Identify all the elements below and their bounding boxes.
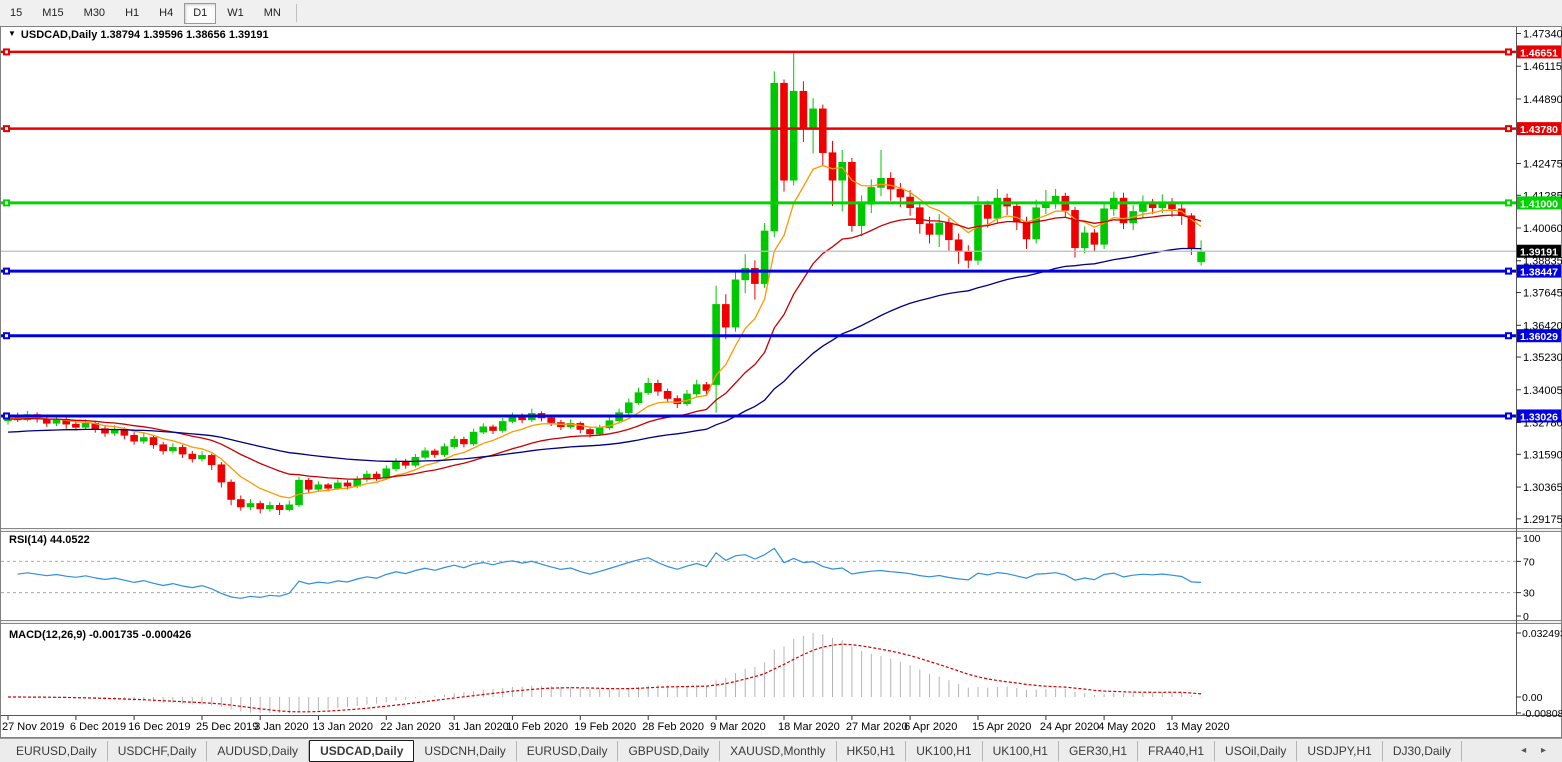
chart-dropdown-icon[interactable]: ▼	[8, 29, 16, 38]
svg-text:1.33026: 1.33026	[1520, 411, 1558, 423]
symbol-tab-usoil-daily[interactable]: USOil,Daily	[1215, 741, 1297, 761]
svg-text:-0.008086: -0.008086	[1522, 708, 1562, 720]
timeframe-button-h1[interactable]: H1	[116, 3, 148, 24]
symbol-tab-usdcnh-daily[interactable]: USDCNH,Daily	[414, 741, 516, 761]
symbol-tab-gbpusd-daily[interactable]: GBPUSD,Daily	[618, 741, 720, 761]
timeframe-button-m30[interactable]: M30	[75, 3, 114, 24]
svg-text:1.43780: 1.43780	[1520, 124, 1558, 136]
chart-ohlc-quote: 1.38794 1.39596 1.38656 1.39191	[97, 29, 268, 41]
svg-text:6 Dec 2019: 6 Dec 2019	[70, 721, 126, 733]
svg-text:1.47340: 1.47340	[1523, 29, 1562, 41]
svg-text:1.38447: 1.38447	[1520, 267, 1558, 279]
toolbar-separator	[296, 4, 297, 22]
symbol-tab-uk100-h1[interactable]: UK100,H1	[906, 741, 982, 761]
svg-text:1.30365: 1.30365	[1523, 482, 1562, 494]
svg-text:10 Feb 2020: 10 Feb 2020	[506, 721, 568, 733]
symbol-tab-audusd-daily[interactable]: AUDUSD,Daily	[207, 741, 309, 761]
svg-text:1.31590: 1.31590	[1523, 449, 1562, 461]
svg-text:16 Dec 2019: 16 Dec 2019	[128, 721, 190, 733]
timeframe-button-h4[interactable]: H4	[150, 3, 182, 24]
timeframe-button-15[interactable]: 15	[1, 3, 31, 24]
symbol-tab-eurusd-daily[interactable]: EURUSD,Daily	[6, 741, 108, 761]
symbol-tab-ger30-h1[interactable]: GER30,H1	[1059, 741, 1138, 761]
svg-text:27 Nov 2019: 27 Nov 2019	[2, 721, 64, 733]
svg-text:1.46115: 1.46115	[1523, 61, 1562, 73]
svg-text:31 Jan 2020: 31 Jan 2020	[448, 721, 509, 733]
symbol-tab-uk100-h1[interactable]: UK100,H1	[983, 741, 1059, 761]
svg-text:1.36029: 1.36029	[1520, 331, 1558, 343]
svg-text:1.46651: 1.46651	[1520, 47, 1558, 59]
svg-text:9 Mar 2020: 9 Mar 2020	[710, 721, 766, 733]
timeframe-button-d1[interactable]: D1	[184, 3, 216, 24]
svg-text:1.39191: 1.39191	[1520, 247, 1558, 259]
svg-text:19 Feb 2020: 19 Feb 2020	[574, 721, 636, 733]
svg-text:1.35230: 1.35230	[1523, 352, 1562, 364]
svg-text:15 Apr 2020: 15 Apr 2020	[972, 721, 1031, 733]
timeframe-button-m15[interactable]: M15	[33, 3, 72, 24]
svg-text:13 May 2020: 13 May 2020	[1166, 721, 1230, 733]
symbol-tab-dj30-daily[interactable]: DJ30,Daily	[1383, 741, 1462, 761]
symbol-tab-xauusd-monthly[interactable]: XAUUSD,Monthly	[720, 741, 836, 761]
tabbar-scroll-arrows-icon[interactable]: ◂ ▸	[1521, 745, 1562, 756]
svg-text:6 Apr 2020: 6 Apr 2020	[904, 721, 957, 733]
symbol-tab-hk50-h1[interactable]: HK50,H1	[837, 741, 907, 761]
svg-text:70: 70	[1523, 556, 1535, 568]
svg-text:25 Dec 2019: 25 Dec 2019	[196, 721, 258, 733]
svg-text:4 May 2020: 4 May 2020	[1098, 721, 1155, 733]
svg-text:28 Feb 2020: 28 Feb 2020	[642, 721, 704, 733]
symbol-tab-eurusd-daily[interactable]: EURUSD,Daily	[517, 741, 619, 761]
svg-text:18 Mar 2020: 18 Mar 2020	[778, 721, 840, 733]
symbol-tabbar: EURUSD,DailyUSDCHF,DailyAUDUSD,DailyUSDC…	[0, 738, 1562, 762]
rsi-indicator-label: RSI(14) 44.0522	[9, 534, 90, 546]
svg-text:0: 0	[1523, 611, 1529, 623]
timeframe-toolbar: 15M15M30H1H4D1W1MN	[0, 0, 1562, 26]
svg-text:30: 30	[1523, 588, 1535, 600]
svg-text:1.37645: 1.37645	[1523, 288, 1562, 300]
svg-text:1.29175: 1.29175	[1523, 514, 1562, 526]
svg-text:0.032493: 0.032493	[1522, 628, 1562, 640]
price-chart-canvas[interactable]: 1.473401.461151.448901.424751.412851.400…	[0, 0, 1562, 762]
svg-text:1.40060: 1.40060	[1523, 223, 1562, 235]
svg-text:0.00: 0.00	[1522, 692, 1543, 704]
svg-text:27 Mar 2020: 27 Mar 2020	[846, 721, 908, 733]
symbol-tab-usdchf-daily[interactable]: USDCHF,Daily	[108, 741, 208, 761]
svg-text:22 Jan 2020: 22 Jan 2020	[380, 721, 441, 733]
svg-text:24 Apr 2020: 24 Apr 2020	[1040, 721, 1099, 733]
timeframe-button-mn[interactable]: MN	[255, 3, 290, 24]
symbol-tab-usdcad-daily[interactable]: USDCAD,Daily	[309, 740, 414, 762]
svg-text:1.42475: 1.42475	[1523, 158, 1562, 170]
svg-text:13 Jan 2020: 13 Jan 2020	[312, 721, 373, 733]
svg-text:1.34005: 1.34005	[1523, 385, 1562, 397]
svg-text:100: 100	[1523, 533, 1541, 545]
chart-symbol-label: USDCAD,Daily	[21, 29, 97, 41]
symbol-tab-usdjpy-h1[interactable]: USDJPY,H1	[1297, 741, 1382, 761]
symbol-tab-fra40-h1[interactable]: FRA40,H1	[1138, 741, 1215, 761]
timeframe-button-w1[interactable]: W1	[218, 3, 253, 24]
macd-indicator-label: MACD(12,26,9) -0.001735 -0.000426	[9, 629, 191, 641]
chart-title[interactable]: ▼ USDCAD,Daily 1.38794 1.39596 1.38656 1.…	[8, 29, 269, 41]
svg-text:1.44890: 1.44890	[1523, 94, 1562, 106]
svg-text:1.41000: 1.41000	[1520, 198, 1558, 210]
svg-text:3 Jan 2020: 3 Jan 2020	[254, 721, 308, 733]
